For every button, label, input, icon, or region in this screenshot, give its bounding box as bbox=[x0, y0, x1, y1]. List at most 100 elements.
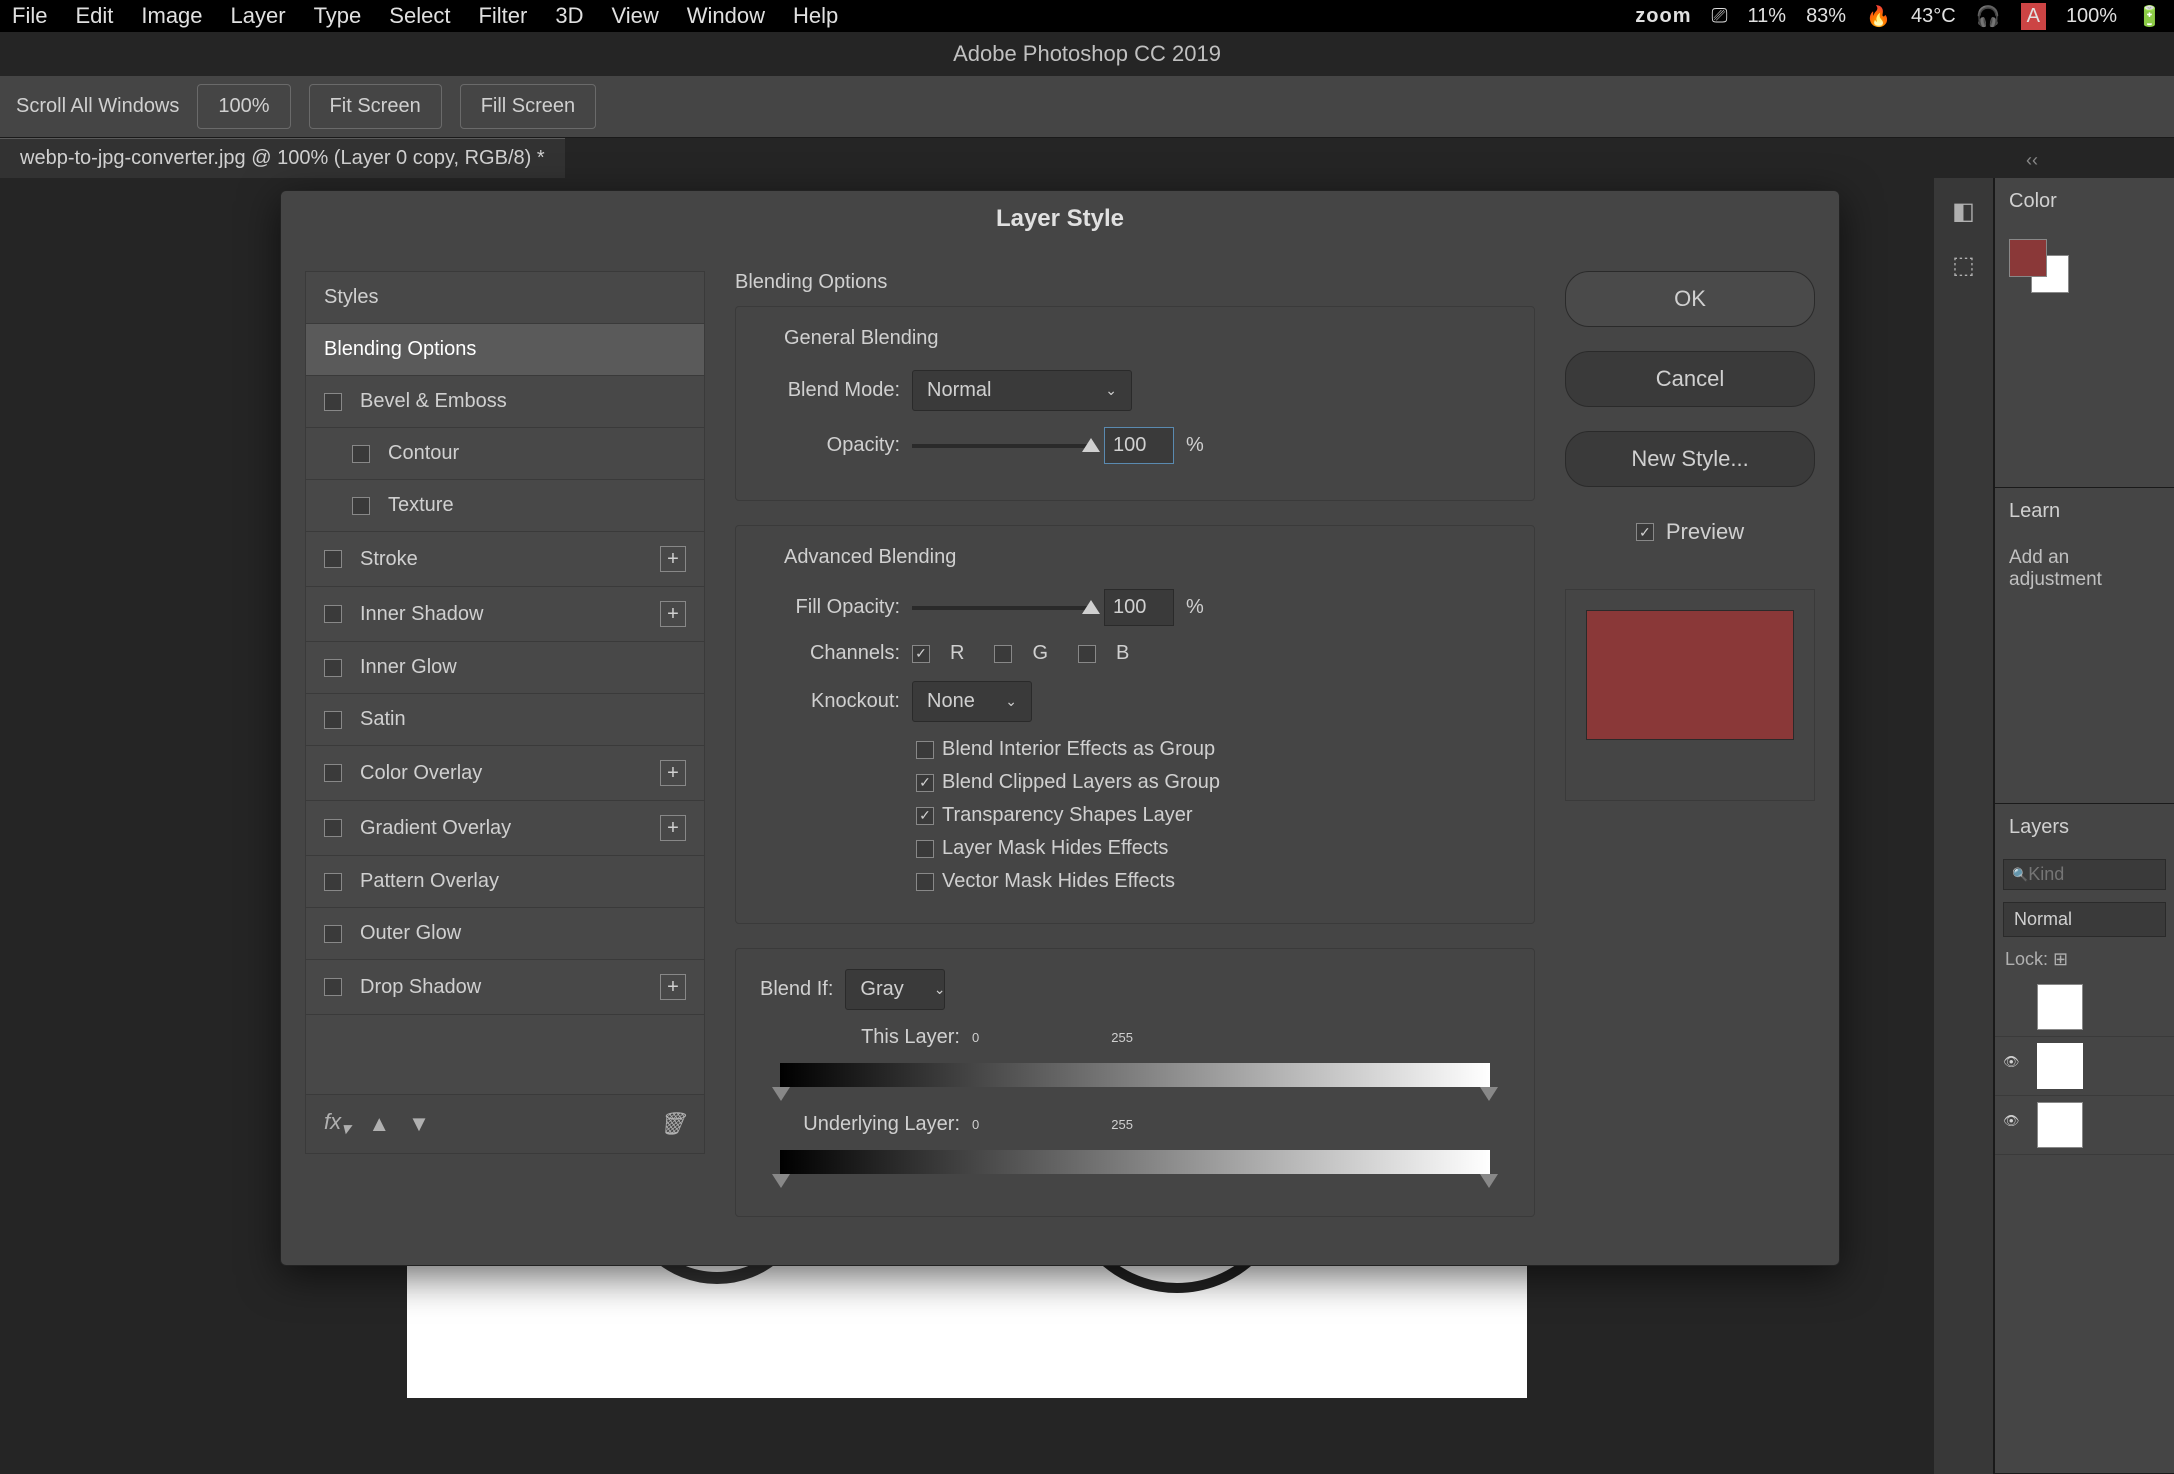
preview-checkbox[interactable] bbox=[1636, 523, 1654, 541]
layer-row[interactable]: 👁 bbox=[1995, 1037, 2174, 1096]
this-layer-gradient[interactable] bbox=[780, 1063, 1490, 1087]
blend-mode-dropdown[interactable]: Normal ⌄ bbox=[912, 370, 1132, 411]
style-outer-glow[interactable]: Outer Glow bbox=[305, 908, 705, 960]
fill-screen-button[interactable]: Fill Screen bbox=[460, 84, 596, 129]
add-icon[interactable]: + bbox=[660, 546, 686, 572]
layer-row[interactable] bbox=[1995, 978, 2174, 1037]
checkbox[interactable] bbox=[324, 659, 342, 677]
gradient-thumb-left[interactable] bbox=[772, 1087, 790, 1101]
layers-filter-input[interactable] bbox=[2028, 864, 2174, 885]
gradient-thumb-right[interactable] bbox=[1480, 1174, 1498, 1188]
style-blending-options[interactable]: Blending Options bbox=[305, 324, 705, 376]
style-satin[interactable]: Satin bbox=[305, 694, 705, 746]
checkbox[interactable] bbox=[324, 978, 342, 996]
style-bevel-emboss[interactable]: Bevel & Emboss bbox=[305, 376, 705, 428]
channel-r-checkbox[interactable] bbox=[912, 645, 930, 663]
layer-row[interactable]: 👁 bbox=[1995, 1096, 2174, 1155]
ok-button[interactable]: OK bbox=[1565, 271, 1815, 327]
knockout-dropdown[interactable]: None ⌄ bbox=[912, 681, 1032, 722]
styles-header[interactable]: Styles bbox=[305, 271, 705, 324]
fx-icon[interactable]: fx▾ bbox=[324, 1109, 350, 1139]
checkbox[interactable] bbox=[324, 393, 342, 411]
underlying-gradient[interactable] bbox=[780, 1150, 1490, 1174]
add-icon[interactable]: + bbox=[660, 760, 686, 786]
checkbox[interactable] bbox=[324, 925, 342, 943]
menu-help[interactable]: Help bbox=[793, 3, 838, 29]
color-panel-header[interactable]: Color bbox=[1995, 178, 2174, 225]
styles-sidebar: Styles Blending Options Bevel & Emboss C… bbox=[305, 271, 705, 1241]
menu-file[interactable]: File bbox=[12, 3, 47, 29]
checkbox[interactable] bbox=[324, 550, 342, 568]
style-texture[interactable]: Texture bbox=[305, 480, 705, 532]
visibility-icon[interactable] bbox=[2003, 995, 2027, 1019]
menu-edit[interactable]: Edit bbox=[75, 3, 113, 29]
document-tab[interactable]: webp-to-jpg-converter.jpg @ 100% (Layer … bbox=[0, 138, 565, 178]
checkbox[interactable] bbox=[352, 445, 370, 463]
cancel-button[interactable]: Cancel bbox=[1565, 351, 1815, 407]
checkbox[interactable] bbox=[324, 873, 342, 891]
fill-opacity-slider[interactable] bbox=[912, 606, 1092, 610]
layers-filter[interactable]: 🔍 bbox=[2003, 859, 2166, 890]
checkbox[interactable] bbox=[324, 819, 342, 837]
add-icon[interactable]: + bbox=[660, 601, 686, 627]
visibility-icon[interactable]: 👁 bbox=[2003, 1054, 2027, 1078]
menu-type[interactable]: Type bbox=[314, 3, 362, 29]
color-panel-icon[interactable]: ◧ bbox=[1943, 190, 1985, 232]
transparency-shapes-checkbox[interactable] bbox=[916, 807, 934, 825]
fit-screen-button[interactable]: Fit Screen bbox=[309, 84, 442, 129]
checkbox[interactable] bbox=[324, 711, 342, 729]
layer-thumbnail[interactable] bbox=[2037, 984, 2083, 1030]
checkbox[interactable] bbox=[352, 497, 370, 515]
channel-g-checkbox[interactable] bbox=[994, 645, 1012, 663]
menu-filter[interactable]: Filter bbox=[478, 3, 527, 29]
blend-interior-checkbox[interactable] bbox=[916, 741, 934, 759]
move-down-icon[interactable]: ▼ bbox=[408, 1111, 430, 1137]
add-icon[interactable]: + bbox=[660, 815, 686, 841]
learn-panel-header[interactable]: Learn bbox=[1995, 488, 2174, 535]
3d-panel-icon[interactable]: ⬚ bbox=[1943, 244, 1985, 286]
style-drop-shadow[interactable]: Drop Shadow+ bbox=[305, 960, 705, 1015]
fill-opacity-input[interactable] bbox=[1104, 589, 1174, 626]
gradient-thumb-right[interactable] bbox=[1480, 1087, 1498, 1101]
menu-layer[interactable]: Layer bbox=[231, 3, 286, 29]
add-icon[interactable]: + bbox=[660, 974, 686, 1000]
layer-thumbnail[interactable] bbox=[2037, 1043, 2083, 1089]
collapse-panels-icon[interactable]: ‹‹ bbox=[2026, 150, 2038, 171]
blend-clipped-checkbox[interactable] bbox=[916, 774, 934, 792]
menu-window[interactable]: Window bbox=[687, 3, 765, 29]
layer-thumbnail[interactable] bbox=[2037, 1102, 2083, 1148]
style-color-overlay[interactable]: Color Overlay+ bbox=[305, 746, 705, 801]
menu-select[interactable]: Select bbox=[389, 3, 450, 29]
checkbox[interactable] bbox=[324, 605, 342, 623]
opacity-input[interactable] bbox=[1104, 427, 1174, 464]
move-up-icon[interactable]: ▲ bbox=[368, 1111, 390, 1137]
style-gradient-overlay[interactable]: Gradient Overlay+ bbox=[305, 801, 705, 856]
blend-if-dropdown[interactable]: Gray ⌄ bbox=[845, 969, 945, 1010]
color-swatches[interactable] bbox=[1995, 225, 2174, 307]
scroll-all-label[interactable]: Scroll All Windows bbox=[16, 95, 179, 118]
style-pattern-overlay[interactable]: Pattern Overlay bbox=[305, 856, 705, 908]
style-inner-shadow[interactable]: Inner Shadow+ bbox=[305, 587, 705, 642]
blend-mode-label: Blend Mode: bbox=[760, 379, 900, 402]
gradient-thumb-left[interactable] bbox=[772, 1174, 790, 1188]
channel-b-checkbox[interactable] bbox=[1078, 645, 1096, 663]
vector-mask-hides-checkbox[interactable] bbox=[916, 873, 934, 891]
new-style-button[interactable]: New Style... bbox=[1565, 431, 1815, 487]
layers-panel-header[interactable]: Layers bbox=[1995, 804, 2174, 851]
checkbox[interactable] bbox=[324, 764, 342, 782]
menu-3d[interactable]: 3D bbox=[555, 3, 583, 29]
trash-icon[interactable]: 🗑 bbox=[658, 1111, 686, 1137]
layers-blend-mode[interactable]: Normal bbox=[2003, 902, 2166, 937]
foreground-color[interactable] bbox=[2009, 239, 2047, 277]
layer-mask-hides-checkbox[interactable] bbox=[916, 840, 934, 858]
panel-icon-strip: ◧ ⬚ bbox=[1934, 178, 1994, 1474]
menu-view[interactable]: View bbox=[611, 3, 658, 29]
style-stroke[interactable]: Stroke+ bbox=[305, 532, 705, 587]
style-contour[interactable]: Contour bbox=[305, 428, 705, 480]
menu-image[interactable]: Image bbox=[141, 3, 202, 29]
zoom-100-button[interactable]: 100% bbox=[197, 84, 290, 129]
visibility-icon[interactable]: 👁 bbox=[2003, 1113, 2027, 1137]
lock-icon[interactable]: ⊞ bbox=[2053, 949, 2068, 969]
style-inner-glow[interactable]: Inner Glow bbox=[305, 642, 705, 694]
opacity-slider[interactable] bbox=[912, 444, 1092, 448]
